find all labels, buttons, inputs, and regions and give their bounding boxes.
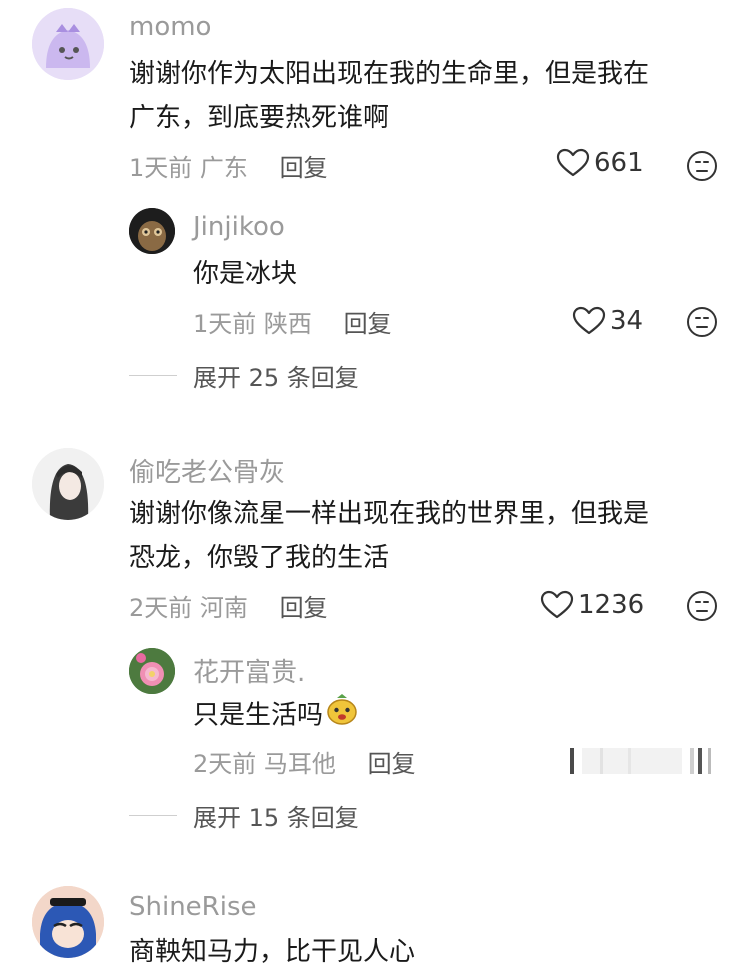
divider (129, 815, 177, 816)
reply-text-row: 只是生活吗 (193, 692, 359, 740)
comment-text-line-1: 谢谢你作为太阳出现在我的生命里，但是我在 (129, 59, 650, 89)
reply-username[interactable]: Jinjikoo (193, 212, 285, 242)
expand-replies-label: 展开 25 条回复 (193, 364, 359, 392)
like-button[interactable]: 1236 (540, 590, 644, 620)
comment-text-line-2: 广东，到底要热死谁啊 (129, 103, 390, 133)
reply-location: 陕西 (263, 310, 312, 338)
reply-username[interactable]: 花开富贵. (193, 652, 305, 689)
reply-time: 1天前 (193, 310, 257, 338)
comment-username[interactable]: 偷吃老公骨灰 (129, 452, 285, 489)
loading-placeholder-bars (570, 744, 720, 776)
avatar-jinjikoo[interactable] (129, 208, 175, 254)
expand-replies-label: 展开 15 条回复 (193, 804, 359, 832)
reply-button[interactable]: 回复 (344, 310, 392, 338)
avatar-momo[interactable] (32, 8, 104, 80)
avatar-user-2[interactable] (32, 448, 104, 520)
heart-outline-icon (540, 590, 574, 619)
like-count: 1236 (578, 590, 645, 620)
reply-button[interactable]: 回复 (280, 594, 328, 622)
neutral-face-icon[interactable] (686, 306, 718, 342)
like-button[interactable]: 34 (572, 306, 643, 336)
reply-meta: 1天前 陕西 回复 (193, 304, 392, 339)
neutral-face-icon[interactable] (686, 150, 718, 186)
comment-text-line-1: 谢谢你像流星一样出现在我的世界里，但我是 (129, 499, 650, 529)
neutral-face-icon[interactable] (686, 590, 718, 626)
heart-outline-icon (556, 148, 590, 177)
expand-replies-button[interactable]: 展开 15 条回复 (129, 798, 359, 833)
comment-location: 广东 (199, 154, 248, 182)
heart-outline-icon (572, 306, 606, 335)
like-count: 34 (610, 306, 644, 336)
comment-username[interactable]: ShineRise (129, 892, 257, 922)
comment-username[interactable]: momo (129, 12, 211, 42)
avatar-shinerise[interactable] (32, 886, 104, 958)
avatar-flower[interactable] (129, 648, 175, 694)
comment-meta: 2天前 河南 回复 (129, 588, 328, 623)
comment-time: 1天前 (129, 154, 193, 182)
reply-text: 你是冰块 (193, 259, 298, 289)
sticker-emoji-icon (325, 692, 359, 740)
comment-text-line-1: 商鞅知马力，比干见人心 (129, 937, 416, 967)
divider (129, 375, 177, 376)
comment-meta: 1天前 广东 回复 (129, 148, 328, 183)
reply-meta: 2天前 马耳他 回复 (193, 744, 416, 779)
comment-text-line-2: 恐龙，你毁了我的生活 (129, 543, 390, 573)
expand-replies-button[interactable]: 展开 25 条回复 (129, 358, 359, 393)
comment-time: 2天前 (129, 594, 193, 622)
reply-text: 只是生活吗 (193, 700, 324, 731)
reply-time: 2天前 (193, 750, 257, 778)
like-count: 661 (594, 148, 644, 178)
like-button[interactable]: 661 (556, 148, 644, 178)
comment-location: 河南 (199, 594, 248, 622)
reply-button[interactable]: 回复 (280, 154, 328, 182)
reply-button[interactable]: 回复 (368, 750, 416, 778)
reply-location: 马耳他 (263, 750, 336, 778)
